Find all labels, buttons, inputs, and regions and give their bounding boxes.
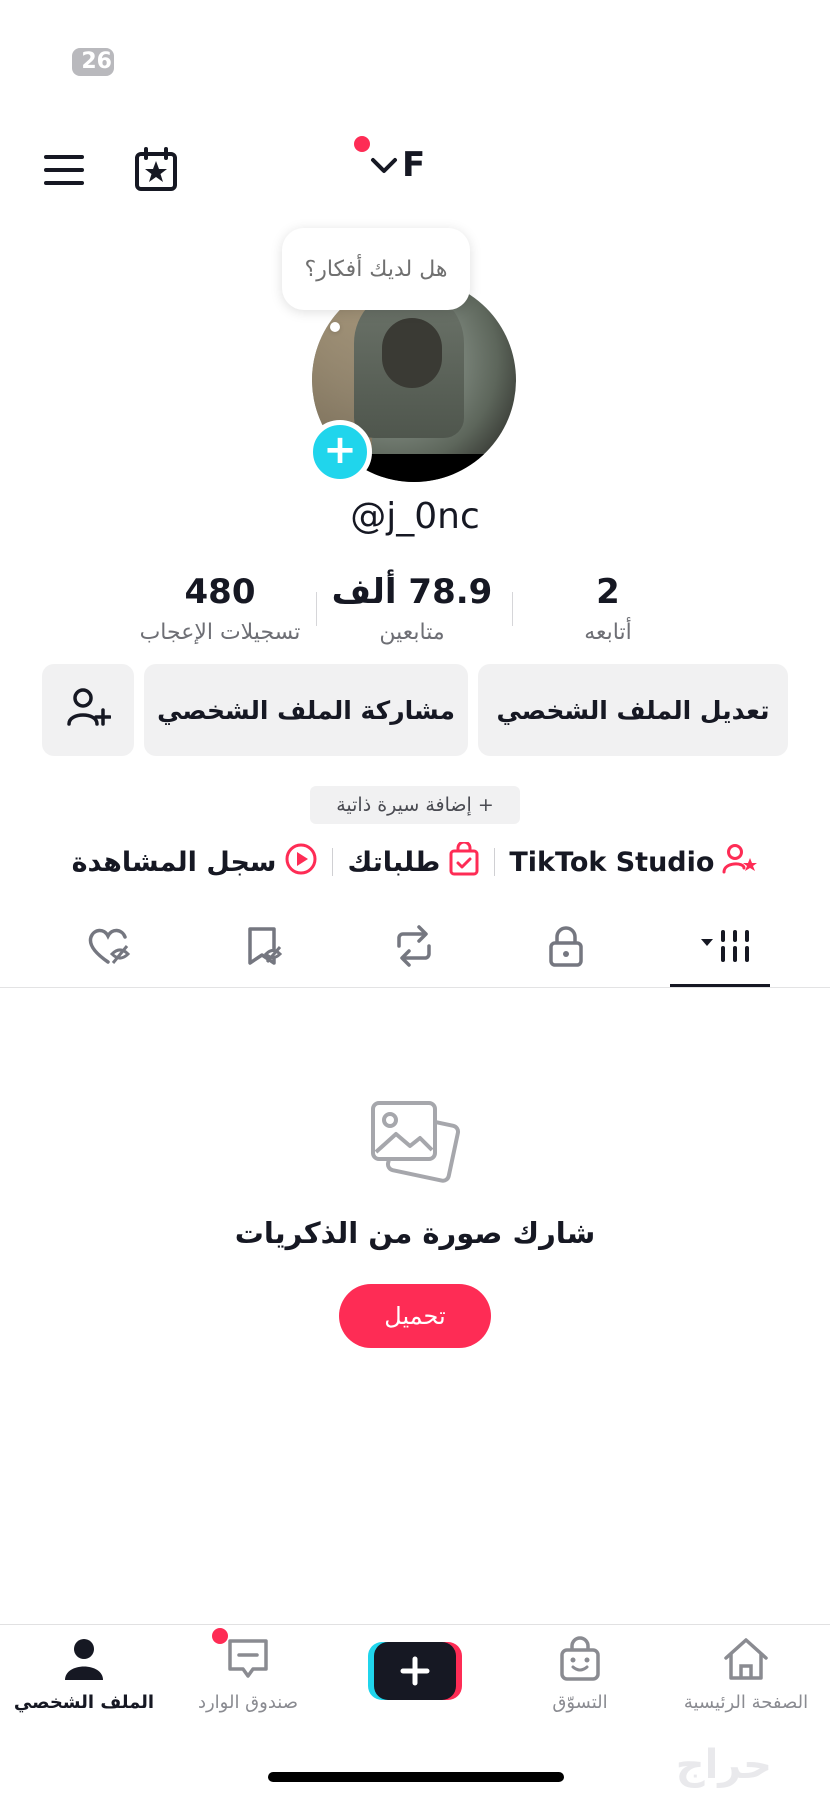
tab-private[interactable] <box>516 918 616 978</box>
nav-profile[interactable]: الملف الشخصي <box>4 1636 164 1716</box>
nav-shop-label: التسوّق <box>552 1692 608 1713</box>
stat-followers[interactable]: 78.9 ألف متابعين <box>312 572 512 645</box>
status-indicator: 26 <box>72 48 114 76</box>
stat-following[interactable]: 2 أتابعه <box>508 572 708 645</box>
notification-dot <box>354 136 370 152</box>
upload-button[interactable]: تحميل <box>339 1284 491 1348</box>
add-friend-button[interactable] <box>42 664 134 756</box>
videos-grid-icon <box>685 926 755 970</box>
home-icon <box>721 1636 771 1686</box>
tiktok-studio-label: TikTok Studio <box>509 846 715 878</box>
nav-profile-label: الملف الشخصي <box>13 1692 155 1713</box>
photos-icon <box>368 1098 464 1190</box>
profile-icon <box>61 1636 107 1686</box>
username: @j_0nc <box>350 496 480 537</box>
inbox-icon <box>225 1636 271 1686</box>
add-bio-button[interactable]: + إضافة سيرة ذاتية <box>310 786 520 824</box>
play-circle-icon <box>284 842 318 883</box>
tab-videos[interactable] <box>670 918 770 978</box>
create-button[interactable] <box>368 1642 462 1700</box>
bookmark-hidden-icon <box>242 924 286 972</box>
followers-label: متابعين <box>379 620 445 645</box>
orders-link[interactable]: طلباتك <box>347 840 480 883</box>
share-profile-button[interactable]: مشاركة الملف الشخصي <box>144 664 468 756</box>
nav-home-label: الصفحة الرئيسية <box>683 1692 809 1713</box>
shopping-bag-icon <box>557 1636 603 1686</box>
add-user-icon <box>65 684 112 736</box>
stat-likes[interactable]: 480 تسجيلات الإعجاب <box>120 572 320 645</box>
followers-count: 78.9 ألف <box>331 572 493 612</box>
heart-hidden-icon <box>86 924 134 972</box>
nav-inbox[interactable]: صندوق الوارد <box>168 1636 328 1716</box>
nav-inbox-label: صندوق الوارد <box>197 1692 299 1713</box>
hamburger-menu-icon[interactable] <box>36 142 92 198</box>
watermark-logo: حراج <box>675 1742 772 1788</box>
home-indicator[interactable] <box>268 1772 564 1782</box>
add-story-plus-icon[interactable]: + <box>308 420 372 484</box>
shopping-bag-check-icon <box>448 840 480 883</box>
repost-icon <box>391 924 437 972</box>
lock-icon <box>546 924 586 972</box>
calendar-star-icon[interactable] <box>128 142 184 198</box>
following-label: أتابعه <box>584 620 632 645</box>
tiktok-studio-link[interactable]: TikTok Studio <box>509 842 758 883</box>
likes-count: 480 <box>184 572 256 612</box>
nav-home[interactable]: الصفحة الرئيسية <box>666 1636 826 1716</box>
edit-profile-button[interactable]: تعديل الملف الشخصي <box>478 664 788 756</box>
chevron-down-icon <box>370 145 398 185</box>
empty-state-title: شارك صورة من الذكريات <box>234 1216 596 1250</box>
likes-label: تسجيلات الإعجاب <box>139 620 301 645</box>
following-count: 2 <box>596 572 620 612</box>
tab-reposts[interactable] <box>364 918 464 978</box>
tabs-divider <box>0 987 830 988</box>
tab-favorites[interactable] <box>214 918 314 978</box>
bottom-nav-divider <box>0 1624 830 1625</box>
quick-links: TikTok Studio طلباتك سجل المشاهدة <box>0 840 830 884</box>
user-star-icon <box>722 842 758 883</box>
link-separator <box>494 848 496 876</box>
account-initial: F <box>402 145 426 185</box>
watch-history-label: سجل المشاهدة <box>71 846 277 878</box>
orders-label: طلباتك <box>347 846 441 878</box>
stat-divider <box>512 592 513 626</box>
tab-liked[interactable] <box>60 918 160 978</box>
inbox-notification-dot <box>212 1628 228 1644</box>
account-switcher[interactable]: F <box>370 145 425 185</box>
watch-history-link[interactable]: سجل المشاهدة <box>72 842 319 883</box>
ideas-tooltip[interactable]: هل لديك أفكار؟ <box>282 228 470 310</box>
tooltip-tail <box>330 322 340 332</box>
nav-shop[interactable]: التسوّق <box>500 1636 660 1716</box>
link-separator <box>332 848 334 876</box>
